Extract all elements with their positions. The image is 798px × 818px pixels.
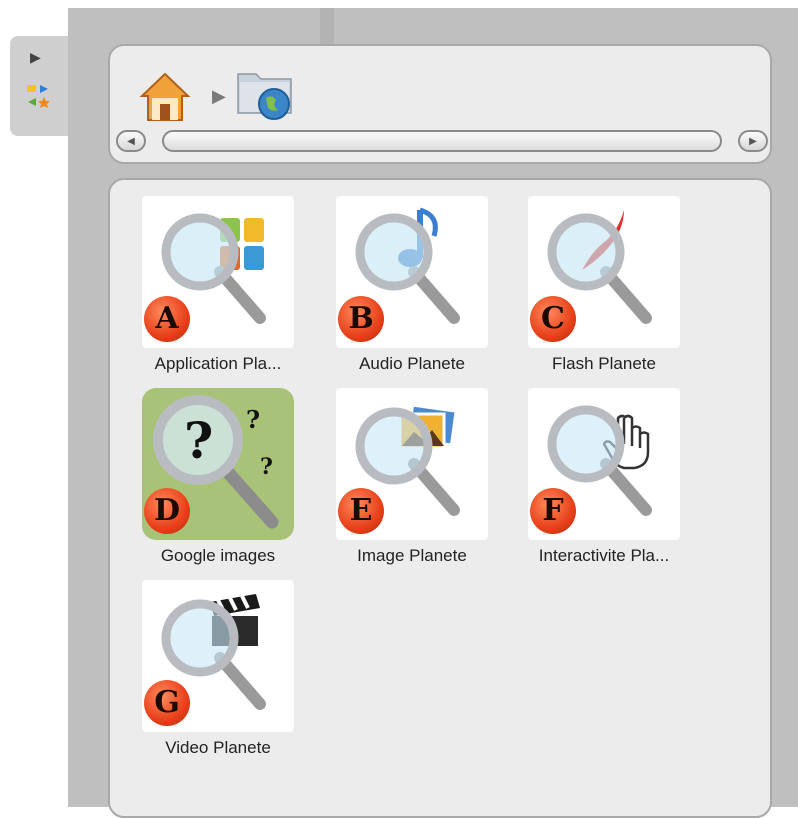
svg-text:?: ?: [260, 454, 273, 480]
chevron-right-icon: ▶: [212, 86, 226, 107]
item-label: Audio Planete: [359, 354, 465, 373]
list-item[interactable]: C Flash Planete: [528, 196, 708, 386]
item-label: Image Planete: [357, 546, 467, 565]
home-icon[interactable]: [138, 70, 192, 124]
scroll-left-button[interactable]: ◀: [116, 130, 146, 152]
list-item[interactable]: G Video Planete: [142, 580, 322, 770]
scroll-left-icon: ◀: [127, 135, 135, 147]
list-item[interactable]: A Application Pla...: [142, 196, 322, 386]
svg-text:?: ?: [246, 405, 260, 434]
panel-divider: [320, 8, 334, 48]
scroll-thumb[interactable]: [162, 130, 722, 152]
svg-text:?: ?: [184, 411, 213, 470]
badge-e: E: [338, 488, 384, 534]
badge-b: B: [338, 296, 384, 342]
side-tab[interactable]: ▶: [10, 36, 68, 136]
horizontal-scrollbar[interactable]: ◀ ▶: [116, 130, 768, 154]
item-label: Google images: [160, 546, 276, 565]
item-label: Interactivite Pla...: [538, 546, 670, 565]
folder-globe-icon[interactable]: [234, 62, 296, 124]
badge-f: F: [530, 488, 576, 534]
navigation-card: ▶ ◀ ▶: [108, 44, 772, 164]
badge-c: C: [530, 296, 576, 342]
badge-a: A: [144, 296, 190, 342]
list-item[interactable]: B Audio Planete: [336, 196, 516, 386]
list-item[interactable]: E Image Planete: [336, 388, 516, 578]
badge-g: G: [144, 680, 190, 726]
scroll-right-button[interactable]: ▶: [738, 130, 768, 152]
item-label: Flash Planete: [552, 354, 656, 373]
item-label: Video Planete: [165, 738, 271, 757]
list-item[interactable]: ? ? ? D Google images: [142, 388, 322, 578]
item-label: Application Pla...: [154, 354, 282, 373]
mini-apps-icon: [27, 85, 50, 108]
list-item[interactable]: F Interactivite Pla...: [528, 388, 708, 578]
badge-d: D: [144, 488, 190, 534]
content-card: A Application Pla... B Audio Planete C F: [108, 178, 772, 818]
scroll-right-icon: ▶: [749, 135, 757, 147]
play-icon[interactable]: ▶: [30, 50, 41, 66]
